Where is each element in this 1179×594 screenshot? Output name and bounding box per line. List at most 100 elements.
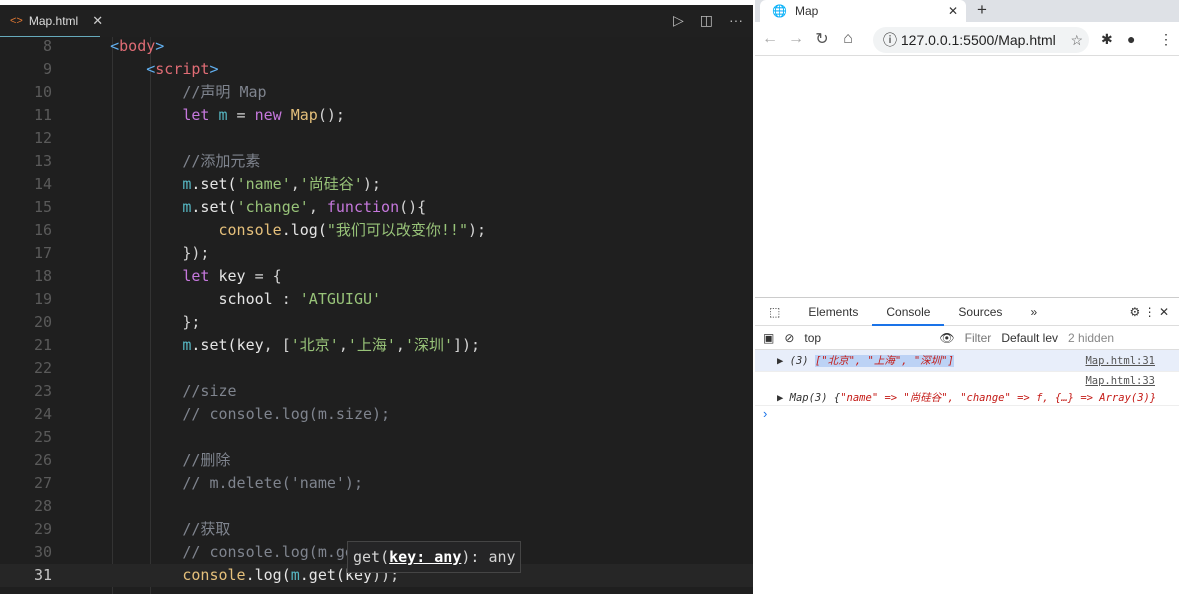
code-token: < (146, 60, 156, 78)
code-line[interactable]: 10 //声明 Map (0, 81, 753, 104)
tab-map-html[interactable]: <> Map.html ✕ (0, 5, 103, 37)
code-line[interactable]: 28 (0, 495, 753, 518)
code-token: Map (290, 106, 318, 124)
code-editor: <> Map.html ✕ ▷ ◫ ··· 8 <body> 9 <script>… (0, 5, 753, 594)
code-line[interactable]: 27 // m.delete('name'); (0, 472, 753, 495)
code-line[interactable]: 29 //获取 (0, 518, 753, 541)
back-icon[interactable]: ← (759, 30, 781, 48)
code-line[interactable]: 15 m.set('change', function(){ (0, 196, 753, 219)
close-tab-icon[interactable]: ✕ (948, 4, 958, 18)
signature-tooltip: get(key: any): any (347, 541, 521, 573)
context-select[interactable]: top (804, 331, 929, 345)
log-level-select[interactable]: Default lev (1001, 331, 1058, 345)
source-link[interactable]: Map.html:33 (1085, 375, 1155, 387)
tab-sources[interactable]: Sources (944, 298, 1016, 326)
line-number: 15 (33, 198, 52, 216)
code-line[interactable]: 23 //size (0, 380, 753, 403)
editor-tab-bar: <> Map.html ✕ ▷ ◫ ··· (0, 5, 753, 37)
more-tabs[interactable]: » (1016, 298, 1051, 326)
code-token: ]); (453, 336, 481, 354)
code-line[interactable]: 18 let key = { (0, 265, 753, 288)
filter-input[interactable]: Filter (965, 331, 992, 345)
reload-icon[interactable]: ↻ (811, 29, 833, 49)
more-actions-icon[interactable]: ··· (729, 12, 743, 29)
code-line[interactable]: 19 school : 'ATGUIGU' (0, 288, 753, 311)
extensions-icon[interactable]: ✱ (1101, 31, 1113, 48)
code-area[interactable]: 8 <body> 9 <script> 10 //声明 Map 11 let m = … (0, 35, 753, 594)
code-token: m (218, 106, 228, 124)
console-message[interactable]: Map.html:33 ▶ Map(3) {"name" => "尚硅谷", "… (755, 372, 1179, 406)
tab-label: Map.html (28, 13, 79, 28)
source-link[interactable]: Map.html:31 (1085, 350, 1155, 372)
code-line[interactable]: 22 (0, 357, 753, 380)
forward-icon[interactable]: → (785, 30, 807, 48)
code-token: //获取 (182, 520, 231, 538)
line-number: 30 (33, 543, 52, 561)
code-line[interactable]: 11 let m = new Map(); (0, 104, 753, 127)
close-tab-icon[interactable]: ✕ (92, 13, 103, 29)
line-number: 8 (42, 37, 52, 55)
code-token: let (182, 106, 219, 124)
browser-tab[interactable]: 🌐 Map ✕ (760, 0, 966, 22)
code-token: '上海' (347, 336, 396, 354)
clear-console-icon[interactable]: ⊘ (784, 331, 794, 345)
code-token: // m.delete('name'); (182, 474, 363, 492)
line-number: 26 (33, 451, 52, 469)
url-text: 127.0.0.1:5500/Map.html (900, 32, 1056, 48)
line-number: 23 (33, 382, 52, 400)
code-token: m (290, 566, 300, 584)
html-file-icon: <> (10, 14, 23, 27)
home-icon[interactable]: ⌂ (837, 30, 859, 48)
console-prompt[interactable]: › (755, 406, 1179, 421)
new-tab-button[interactable]: + (977, 0, 987, 20)
line-number: 11 (33, 106, 52, 124)
line-number: 21 (33, 336, 52, 354)
settings-icon[interactable]: ⚙ ⋮ ✕ (1130, 305, 1169, 319)
bookmark-star-icon[interactable]: ☆ (1070, 27, 1083, 53)
profile-avatar[interactable]: ● (1127, 31, 1135, 47)
code-line[interactable]: 14 m.set('name','尚硅谷'); (0, 173, 753, 196)
code-token: , (395, 336, 405, 354)
run-icon[interactable]: ▷ (673, 12, 684, 29)
code-line[interactable]: 26 //删除 (0, 449, 753, 472)
code-token: function (326, 198, 400, 216)
tab-elements[interactable]: Elements (794, 298, 872, 326)
code-line[interactable]: 8 <body> (0, 35, 753, 58)
code-token: ); (468, 221, 487, 239)
split-editor-icon[interactable]: ◫ (700, 12, 713, 29)
code-token: '深圳' (404, 336, 453, 354)
code-line[interactable]: 17 }); (0, 242, 753, 265)
code-line[interactable]: 20 }; (0, 311, 753, 334)
code-line[interactable]: 24 // console.log(m.size); (0, 403, 753, 426)
eye-icon[interactable]: 👁 (939, 331, 954, 345)
console-message[interactable]: ▶ (3) ["北京", "上海", "深圳"] Map.html:31 (755, 350, 1179, 372)
tab-console[interactable]: Console (872, 298, 945, 326)
menu-icon[interactable]: ⋮ (1159, 31, 1173, 48)
code-line[interactable]: 16 console.log("我们可以改变你!!"); (0, 219, 753, 242)
browser-window: 🌐 Map ✕ + ← → ↻ ⌂ ⓘ 127.0.0.1:5500/Map.h… (755, 0, 1179, 594)
code-line[interactable]: 25 (0, 426, 753, 449)
sidebar-toggle-icon[interactable]: ▣ (763, 331, 774, 345)
code-line[interactable]: 21 m.set(key, ['北京','上海','深圳']); (0, 334, 753, 357)
line-number: 13 (33, 152, 52, 170)
code-token: = (227, 106, 255, 124)
code-line[interactable]: 12 (0, 127, 753, 150)
line-number: 19 (33, 290, 52, 308)
address-bar[interactable]: ⓘ 127.0.0.1:5500/Map.html ☆ (873, 27, 1089, 53)
code-token: script (155, 60, 210, 78)
code-token: // console.log(m.size); (182, 405, 391, 423)
line-number: 20 (33, 313, 52, 331)
code-line[interactable]: 13 //添加元素 (0, 150, 753, 173)
line-number: 27 (33, 474, 52, 492)
code-line[interactable]: 9 <script> (0, 58, 753, 81)
code-token: , (338, 336, 348, 354)
inspect-icon[interactable]: ⬚ (755, 298, 794, 326)
code-token: body (119, 37, 156, 55)
